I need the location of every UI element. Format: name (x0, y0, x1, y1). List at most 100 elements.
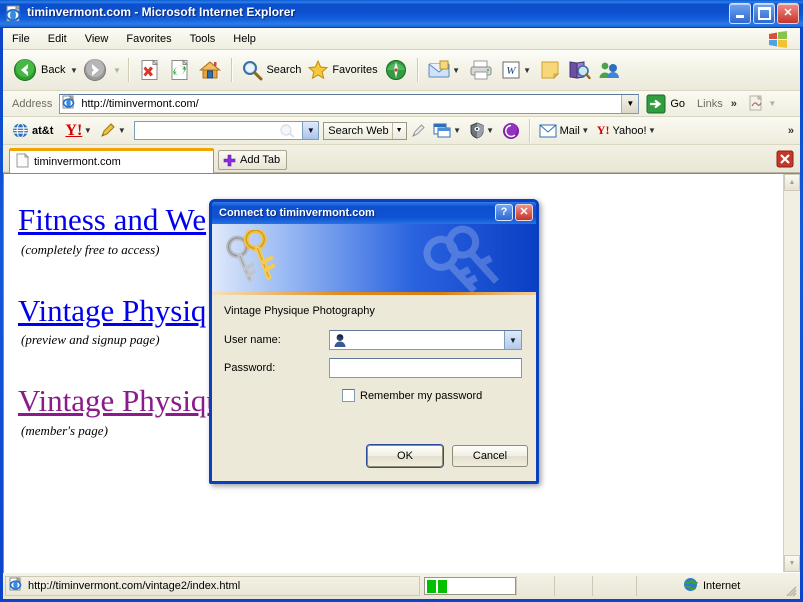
dialog-title-bar: Connect to timinvermont.com ? ✕ (212, 202, 536, 224)
menu-bar: File Edit View Favorites Tools Help (3, 28, 800, 50)
print-icon (470, 60, 492, 80)
edit-in-word-button[interactable]: W ▼ (497, 54, 536, 86)
svg-text:W: W (506, 65, 516, 77)
messenger-button[interactable] (594, 54, 624, 86)
go-label: Go (670, 97, 686, 110)
edit-dropdown-icon[interactable]: ▼ (522, 58, 533, 82)
highlighter-button[interactable] (407, 119, 430, 143)
address-label: Address (12, 97, 53, 110)
pdf-toolbar-button[interactable]: ▼ (747, 92, 778, 116)
yahoo-dropdown-icon[interactable]: ▼ (82, 119, 93, 143)
search-web-label: Search Web (328, 124, 389, 137)
att-button[interactable]: at&t (9, 119, 56, 143)
links-chevron-icon[interactable]: » (731, 98, 737, 110)
home-button[interactable] (195, 54, 225, 86)
history-button[interactable] (381, 54, 411, 86)
search-web-button[interactable]: Search Web ▼ (323, 121, 407, 140)
anti-spy-button[interactable]: ▼ (466, 119, 499, 143)
window-controls: ✕ (729, 3, 799, 24)
yahoo-search-dropdown-icon[interactable]: ▼ (302, 122, 319, 139)
status-cell-3 (592, 576, 630, 596)
yahoo-menu-button[interactable]: Y! Yahoo! ▼ (594, 119, 661, 143)
dialog-close-button[interactable]: ✕ (515, 204, 533, 221)
pencil-dropdown-icon[interactable]: ▼ (116, 119, 127, 143)
anti-spy-dropdown-icon[interactable]: ▼ (485, 119, 496, 143)
address-dropdown-icon[interactable]: ▼ (621, 94, 639, 113)
mail-dropdown-icon[interactable]: ▼ (451, 58, 462, 82)
star-icon (308, 59, 329, 80)
home-icon (199, 61, 222, 79)
menu-tools[interactable]: Tools (181, 31, 225, 47)
vertical-scrollbar[interactable]: ▲ ▼ (783, 174, 800, 572)
mail-button[interactable]: ▼ (424, 54, 465, 86)
research-button[interactable] (564, 54, 594, 86)
menu-edit[interactable]: Edit (39, 31, 76, 47)
pdf-dropdown-icon[interactable]: ▼ (767, 92, 778, 116)
anti-spy-shield-icon (470, 122, 484, 139)
go-button[interactable]: Go (646, 94, 685, 114)
menu-help[interactable]: Help (224, 31, 265, 47)
username-input[interactable]: ▼ (329, 330, 522, 350)
yahoo-menu-dropdown-icon[interactable]: ▼ (647, 119, 658, 143)
popup-blocker-button[interactable]: ▼ (430, 119, 466, 143)
back-button[interactable]: Back (9, 54, 68, 86)
yahoo-circle-button[interactable] (499, 119, 523, 143)
scroll-down-icon[interactable]: ▼ (784, 555, 800, 572)
search-label: Search (266, 64, 302, 76)
yahoo-search-input[interactable]: ▼ (134, 121, 320, 140)
yahoo-mail-dropdown-icon[interactable]: ▼ (580, 119, 591, 143)
yahoo-logo-button[interactable]: Y! ▼ (62, 119, 96, 143)
ok-button[interactable]: OK (367, 445, 443, 467)
forward-button[interactable] (79, 54, 111, 86)
add-tab-label: Add Tab (240, 154, 281, 166)
close-tab-icon[interactable] (776, 150, 794, 168)
cancel-button[interactable]: Cancel (452, 445, 528, 467)
mail-envelope-icon (539, 124, 557, 137)
password-row: Password: (224, 358, 522, 378)
security-zone[interactable]: Internet (636, 576, 800, 596)
stop-button[interactable] (135, 54, 165, 86)
yahoo-overflow-chevron-icon[interactable]: » (788, 125, 794, 137)
highlighter-icon (411, 124, 425, 137)
forward-dropdown-icon[interactable]: ▼ (111, 58, 122, 82)
status-bar: http://timinvermont.com/vintage2/index.h… (3, 573, 800, 599)
popup-blocker-dropdown-icon[interactable]: ▼ (452, 119, 463, 143)
yahoo-menu-label: Yahoo! (612, 124, 647, 137)
search-button[interactable]: Search (238, 54, 304, 86)
back-dropdown-icon[interactable]: ▼ (68, 58, 79, 82)
refresh-button[interactable] (165, 54, 195, 86)
notes-button[interactable] (536, 54, 564, 86)
address-input[interactable]: http://timinvermont.com/ ▼ (59, 93, 640, 114)
remember-password-checkbox[interactable] (342, 389, 355, 402)
ie-icon (9, 576, 24, 595)
favorites-button[interactable]: Favorites (304, 54, 380, 86)
progress-indicator (424, 577, 516, 595)
links-button[interactable]: Links » (697, 98, 737, 110)
remember-password-row[interactable]: Remember my password (342, 389, 482, 402)
menu-view[interactable]: View (76, 31, 118, 47)
toolbar-separator (128, 58, 130, 82)
yahoo-separator (528, 118, 530, 143)
favorites-label: Favorites (332, 64, 378, 76)
username-dropdown-icon[interactable]: ▼ (504, 331, 521, 349)
menu-file[interactable]: File (3, 31, 39, 47)
close-button[interactable]: ✕ (777, 3, 799, 24)
search-web-dropdown-icon[interactable]: ▼ (391, 122, 406, 139)
password-input[interactable] (329, 358, 522, 378)
tab-timinvermont[interactable]: timinvermont.com (9, 148, 214, 173)
maximize-restore-button[interactable] (753, 3, 775, 24)
add-tab-button[interactable]: Add Tab (218, 150, 288, 170)
scroll-up-icon[interactable]: ▲ (784, 174, 800, 191)
dialog-help-button[interactable]: ? (495, 204, 513, 221)
user-icon (333, 333, 347, 348)
menu-favorites[interactable]: Favorites (117, 31, 180, 47)
search-icon (243, 61, 263, 81)
pencil-button[interactable]: ▼ (96, 119, 130, 143)
status-url-label: http://timinvermont.com/vintage2/index.h… (28, 580, 241, 592)
status-cell-2 (554, 576, 592, 596)
resize-grip[interactable] (785, 585, 797, 597)
yahoo-mail-button[interactable]: Mail ▼ (536, 119, 594, 143)
minimize-button[interactable] (729, 3, 751, 24)
print-button[interactable] (465, 54, 497, 86)
refresh-icon (171, 59, 189, 80)
